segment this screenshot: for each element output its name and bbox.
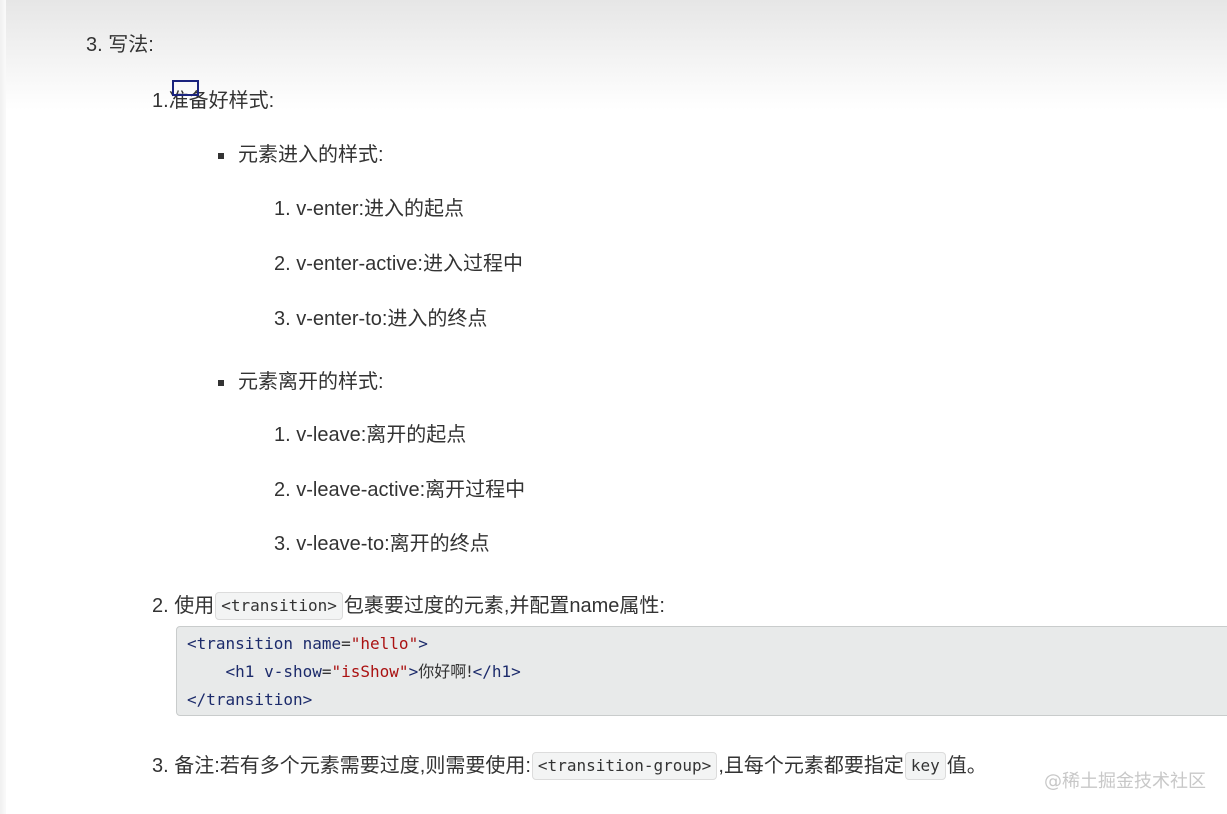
- left-edge: [0, 0, 6, 814]
- code-tag: >: [408, 662, 419, 681]
- step-1-number: 1.: [152, 90, 169, 112]
- step-3-middle: ,且每个元素都要指定: [718, 755, 904, 777]
- code-text: 你好啊!: [418, 662, 473, 681]
- list-item-text: v-enter-active:进入过程中: [296, 253, 523, 275]
- inline-code-transition: <transition>: [215, 592, 343, 620]
- enter-item-2: 2. v-enter-active:进入过程中: [274, 250, 523, 278]
- list-item-number: 1.: [274, 198, 291, 220]
- code-tag: >: [418, 634, 428, 653]
- code-line-2: <h1 v-show="isShow">你好啊!</h1>: [187, 660, 521, 684]
- step-3-after: 值。: [946, 755, 987, 777]
- step-2: 2. 使用 <transition> 包裹要过度的元素,并配置name属性:: [152, 592, 665, 620]
- list-item-number: 3.: [274, 308, 291, 330]
- code-block: <transition name="hello"> <h1 v-show="is…: [176, 626, 1227, 716]
- code-line-3: </transition>: [187, 690, 313, 709]
- group-leave-label: 元素离开的样式:: [238, 371, 384, 393]
- enter-item-1: 1. v-enter:进入的起点: [274, 195, 464, 223]
- enter-item-3: 3. v-enter-to:进入的终点: [274, 305, 487, 333]
- bullet-icon: [218, 153, 224, 159]
- code-tag: <h1: [225, 662, 265, 681]
- step-1: 1.准备好样式:: [152, 87, 274, 115]
- code-tag: </h1>: [472, 662, 521, 681]
- step-2-number: 2.: [152, 595, 169, 617]
- code-string: "isShow": [331, 662, 409, 681]
- list-item-number: 2.: [274, 253, 291, 275]
- code-attr: name: [302, 634, 342, 653]
- list-item-text: v-leave-to:离开的终点: [296, 533, 490, 555]
- step-2-after: 包裹要过度的元素,并配置name属性:: [343, 595, 665, 617]
- list-item-number: 1.: [274, 424, 291, 446]
- code-tag: <transition: [187, 634, 303, 653]
- step-3-number: 3.: [152, 755, 169, 777]
- watermark: @稀土掘金技术社区: [1044, 771, 1206, 792]
- inline-code-transition-group: <transition-group>: [531, 752, 718, 780]
- text-cursor-box: [172, 80, 199, 96]
- leave-item-3: 3. v-leave-to:离开的终点: [274, 530, 490, 558]
- step-3: 3. 备注:若有多个元素需要过度,则需要使用: <transition-group…: [152, 752, 987, 780]
- list-item-number: 3.: [274, 533, 291, 555]
- leave-item-2: 2. v-leave-active:离开过程中: [274, 476, 525, 504]
- section-number: 3.: [86, 34, 103, 56]
- group-enter-label: 元素进入的样式:: [238, 144, 384, 166]
- code-eq: =: [341, 634, 351, 653]
- list-item-text: v-enter:进入的起点: [296, 198, 465, 220]
- leave-item-1: 1. v-leave:离开的起点: [274, 421, 466, 449]
- step-3-before: 备注:若有多个元素需要过度,则需要使用:: [174, 755, 531, 777]
- code-string: "hello": [350, 634, 419, 653]
- code-attr: v-show: [264, 662, 322, 681]
- section-title: 写法:: [108, 34, 154, 56]
- inline-code-key: key: [904, 752, 946, 780]
- bullet-icon: [218, 380, 224, 386]
- list-item-text: v-leave-active:离开过程中: [296, 479, 526, 501]
- section-heading: 3. 写法:: [86, 31, 154, 59]
- list-item-text: v-enter-to:进入的终点: [296, 308, 488, 330]
- list-item-number: 2.: [274, 479, 291, 501]
- list-item-text: v-leave:离开的起点: [296, 424, 467, 446]
- step-2-before: 使用: [174, 595, 215, 617]
- code-line-1: <transition name="hello">: [187, 632, 428, 656]
- code-eq: =: [321, 662, 332, 681]
